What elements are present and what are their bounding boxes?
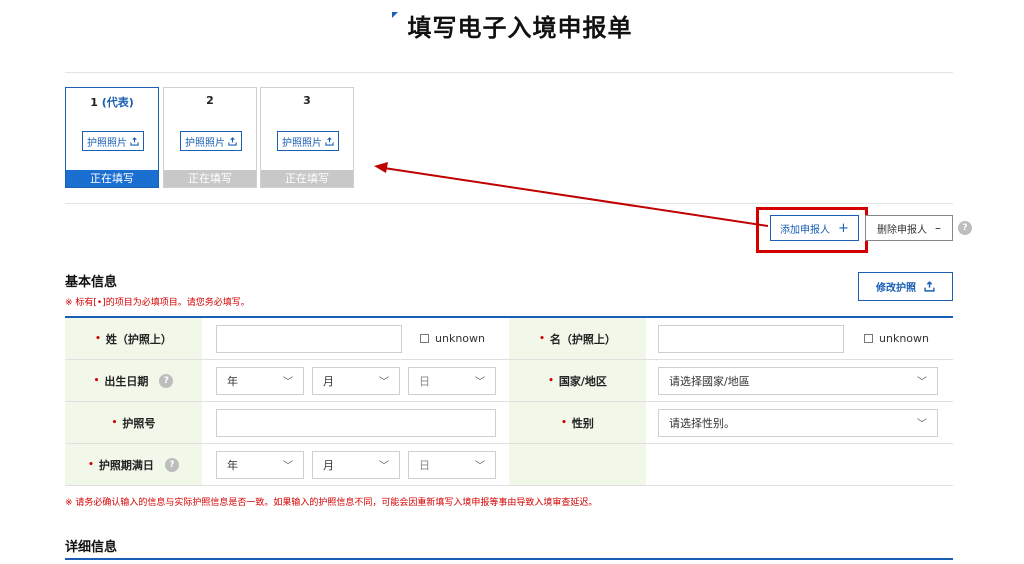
form-row-passport: • 护照号 • 性别 请选择性别。 ﹀ [65, 402, 953, 444]
edit-passport-button[interactable]: 修改护照 [858, 272, 953, 301]
applicant-number: 3 [303, 94, 311, 107]
chevron-down-icon: ﹀ [475, 377, 485, 388]
detail-divider [65, 558, 953, 560]
upload-icon [228, 136, 237, 146]
gender-label: • 性别 [509, 402, 646, 443]
gender-select[interactable]: 请选择性别。 ﹀ [658, 408, 938, 437]
plus-icon: + [838, 220, 849, 236]
upload-icon [325, 136, 334, 146]
birth-month-select[interactable]: 月 ﹀ [312, 366, 400, 395]
passport-warning-note: ※ 请务必确认输入的信息与实际护照信息是否一致。如果输入的护照信息不同，可能会因… [65, 498, 598, 508]
birth-day-select[interactable]: 日 ﹀ [408, 366, 496, 395]
surname-cell: unknown [202, 318, 509, 359]
upload-icon [130, 136, 139, 146]
chevron-down-icon: ﹀ [283, 377, 293, 388]
birth-date-cell: 年 ﹀ 月 ﹀ 日 ﹀ [202, 360, 509, 401]
expiry-day-select[interactable]: 日 ﹀ [408, 450, 496, 479]
empty-label-cell [509, 444, 646, 485]
applicant-card-2[interactable]: 2 护照照片 正在填写 [163, 87, 257, 188]
given-name-unknown[interactable]: unknown [864, 332, 929, 345]
expiry-label: • 护照期满日? [65, 444, 202, 485]
passport-photo-label: 护照照片 [87, 137, 127, 149]
country-select[interactable]: 请选择國家/地區 ﹀ [658, 366, 938, 395]
passport-photo-label: 护照照片 [185, 137, 225, 149]
chevron-down-icon: ﹀ [475, 461, 485, 472]
expiry-month-select[interactable]: 月 ﹀ [312, 450, 400, 479]
passport-no-input[interactable] [216, 408, 496, 437]
upload-icon [924, 281, 935, 292]
delete-applicant-label: 删除申报人 [877, 224, 927, 236]
divider-middle [65, 203, 953, 204]
help-icon[interactable]: ? [958, 221, 972, 235]
add-applicant-button[interactable]: 添加申报人 + [770, 215, 859, 241]
edit-passport-label: 修改护照 [876, 283, 916, 294]
passport-no-cell [202, 402, 509, 443]
form-row-expiry: • 护照期满日? 年 ﹀ 月 ﹀ 日 ﹀ [65, 444, 953, 486]
add-applicant-label: 添加申报人 [780, 224, 831, 236]
passport-photo-button[interactable]: 护照照片 [277, 131, 339, 151]
given-name-cell: unknown [646, 318, 953, 359]
birth-year-select[interactable]: 年 ﹀ [216, 366, 304, 395]
given-name-unknown-checkbox[interactable] [864, 334, 873, 343]
help-icon[interactable]: ? [164, 457, 179, 472]
applicant-card-3[interactable]: 3 护照照片 正在填写 [260, 87, 354, 188]
surname-label: • 姓（护照上） [65, 318, 202, 359]
chevron-down-icon: ﹀ [283, 461, 293, 472]
chevron-down-icon: ﹀ [917, 377, 927, 388]
applicant-status: 正在填写 [164, 170, 256, 187]
birth-date-label: • 出生日期? [65, 360, 202, 401]
applicant-status: 正在填写 [66, 170, 158, 187]
applicant-number: 1 (代表) [90, 96, 134, 109]
delete-applicant-button[interactable]: 删除申报人 – [865, 215, 953, 241]
given-name-label: • 名（护照上） [509, 318, 646, 359]
passport-photo-label: 护照照片 [282, 137, 322, 149]
chevron-down-icon: ﹀ [379, 461, 389, 472]
passport-photo-button[interactable]: 护照照片 [82, 131, 144, 151]
country-label: • 国家/地区 [509, 360, 646, 401]
form-row-birth: • 出生日期? 年 ﹀ 月 ﹀ 日 ﹀ • 国家/地区 请选择國家/地區 ﹀ [65, 360, 953, 402]
divider-top [65, 72, 953, 73]
title-corner-icon [391, 12, 398, 18]
chevron-down-icon: ﹀ [917, 419, 927, 430]
chevron-down-icon: ﹀ [379, 377, 389, 388]
form-row-names: • 姓（护照上） unknown • 名（护照上） unknown [65, 318, 953, 360]
gender-cell: 请选择性别。 ﹀ [646, 402, 953, 443]
expiry-cell: 年 ﹀ 月 ﹀ 日 ﹀ [202, 444, 509, 485]
empty-value-cell [646, 444, 953, 485]
surname-input[interactable] [216, 324, 402, 353]
given-name-input[interactable] [658, 324, 844, 353]
expiry-year-select[interactable]: 年 ﹀ [216, 450, 304, 479]
basic-info-form: • 姓（护照上） unknown • 名（护照上） unknown • 出生日期? 年… [65, 316, 953, 486]
minus-icon: – [935, 221, 941, 235]
country-cell: 请选择國家/地區 ﹀ [646, 360, 953, 401]
required-note: ※ 标有[•]的项目为必填项目。请您务必填写。 [65, 298, 250, 308]
passport-no-label: • 护照号 [65, 402, 202, 443]
applicant-status: 正在填写 [261, 170, 353, 187]
page-title-text: 填写电子入境申报单 [407, 14, 633, 42]
detail-info-title: 详细信息 [65, 540, 118, 555]
basic-info-title: 基本信息 [65, 275, 118, 290]
applicant-number: 2 [206, 94, 214, 107]
surname-unknown[interactable]: unknown [420, 332, 485, 345]
passport-photo-button[interactable]: 护照照片 [180, 131, 242, 151]
page-title: 填写电子入境申报单 [0, 8, 1024, 43]
surname-unknown-checkbox[interactable] [420, 334, 429, 343]
help-icon[interactable]: ? [159, 373, 174, 388]
applicant-card-1[interactable]: 1 (代表) 护照照片 正在填写 [65, 87, 159, 188]
